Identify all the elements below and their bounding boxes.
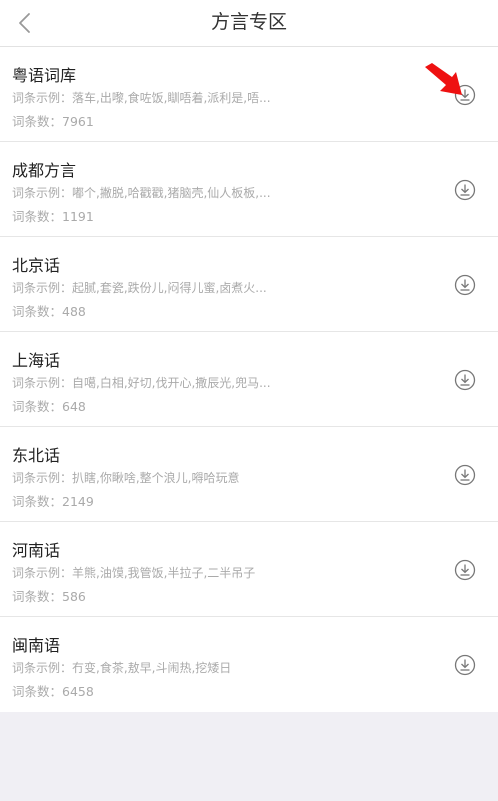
item-example: 词条示例：冇变,食茶,敖早,斗闹热,挖矮日 (12, 661, 232, 675)
item-name: 成都方言 (12, 161, 77, 180)
download-icon[interactable] (454, 84, 476, 106)
download-icon[interactable] (454, 464, 476, 486)
item-example: 词条示例：扒瞎,你瞅啥,整个浪儿,嘚哈玩意 (12, 471, 240, 485)
list-item-chengdu[interactable]: 成都方言 词条示例：嘟个,撇脱,哈戳戳,猪脑壳,仙人板板,... 词条数：119… (0, 142, 498, 237)
item-name: 闽南语 (12, 636, 61, 655)
download-icon[interactable] (454, 559, 476, 581)
list-item-henan[interactable]: 河南话 词条示例：羊熊,油馍,我管饭,半拉子,二半吊子 词条数：586 (0, 522, 498, 617)
item-example: 词条示例：羊熊,油馍,我管饭,半拉子,二半吊子 (12, 566, 256, 580)
item-name: 粤语词库 (12, 66, 77, 85)
item-count: 词条数：1191 (12, 209, 94, 224)
item-name: 北京话 (12, 256, 61, 275)
item-name: 上海话 (12, 351, 61, 370)
list-item-beijing[interactable]: 北京话 词条示例：起腻,套瓷,跌份儿,闷得儿蜜,卤煮火... 词条数：488 (0, 237, 498, 332)
item-example: 词条示例：起腻,套瓷,跌份儿,闷得儿蜜,卤煮火... (12, 281, 267, 295)
item-count: 词条数：7961 (12, 114, 94, 129)
page-title: 方言专区 (210, 11, 287, 33)
download-icon[interactable] (454, 274, 476, 296)
item-count: 词条数：2149 (12, 494, 94, 509)
item-example: 词条示例：嘟个,撇脱,哈戳戳,猪脑壳,仙人板板,... (12, 186, 271, 200)
top-bar: 方言专区 (0, 0, 498, 47)
dialect-list: 粤语词库 词条示例：落车,出嚟,食咗饭,瞓唔着,派利是,唔... 词条数：796… (0, 47, 498, 712)
download-icon[interactable] (454, 179, 476, 201)
item-count: 词条数：488 (12, 304, 86, 319)
list-item-shanghai[interactable]: 上海话 词条示例：自噶,白相,好切,伐开心,撒辰光,兜马... 词条数：648 (0, 332, 498, 427)
item-count: 词条数：6458 (12, 684, 94, 699)
item-name: 东北话 (12, 446, 61, 465)
download-icon[interactable] (454, 654, 476, 676)
item-example: 词条示例：自噶,白相,好切,伐开心,撒辰光,兜马... (12, 376, 271, 390)
item-count: 词条数：648 (12, 399, 86, 414)
download-icon[interactable] (454, 369, 476, 391)
list-item-northeast[interactable]: 东北话 词条示例：扒瞎,你瞅啥,整个浪儿,嘚哈玩意 词条数：2149 (0, 427, 498, 522)
item-name: 河南话 (12, 541, 61, 560)
item-example: 词条示例：落车,出嚟,食咗饭,瞓唔着,派利是,唔... (12, 91, 271, 105)
list-item-minnan[interactable]: 闽南语 词条示例：冇变,食茶,敖早,斗闹热,挖矮日 词条数：6458 (0, 617, 498, 712)
list-item-cantonese[interactable]: 粤语词库 词条示例：落车,出嚟,食咗饭,瞓唔着,派利是,唔... 词条数：796… (0, 47, 498, 142)
item-count: 词条数：586 (12, 589, 86, 604)
